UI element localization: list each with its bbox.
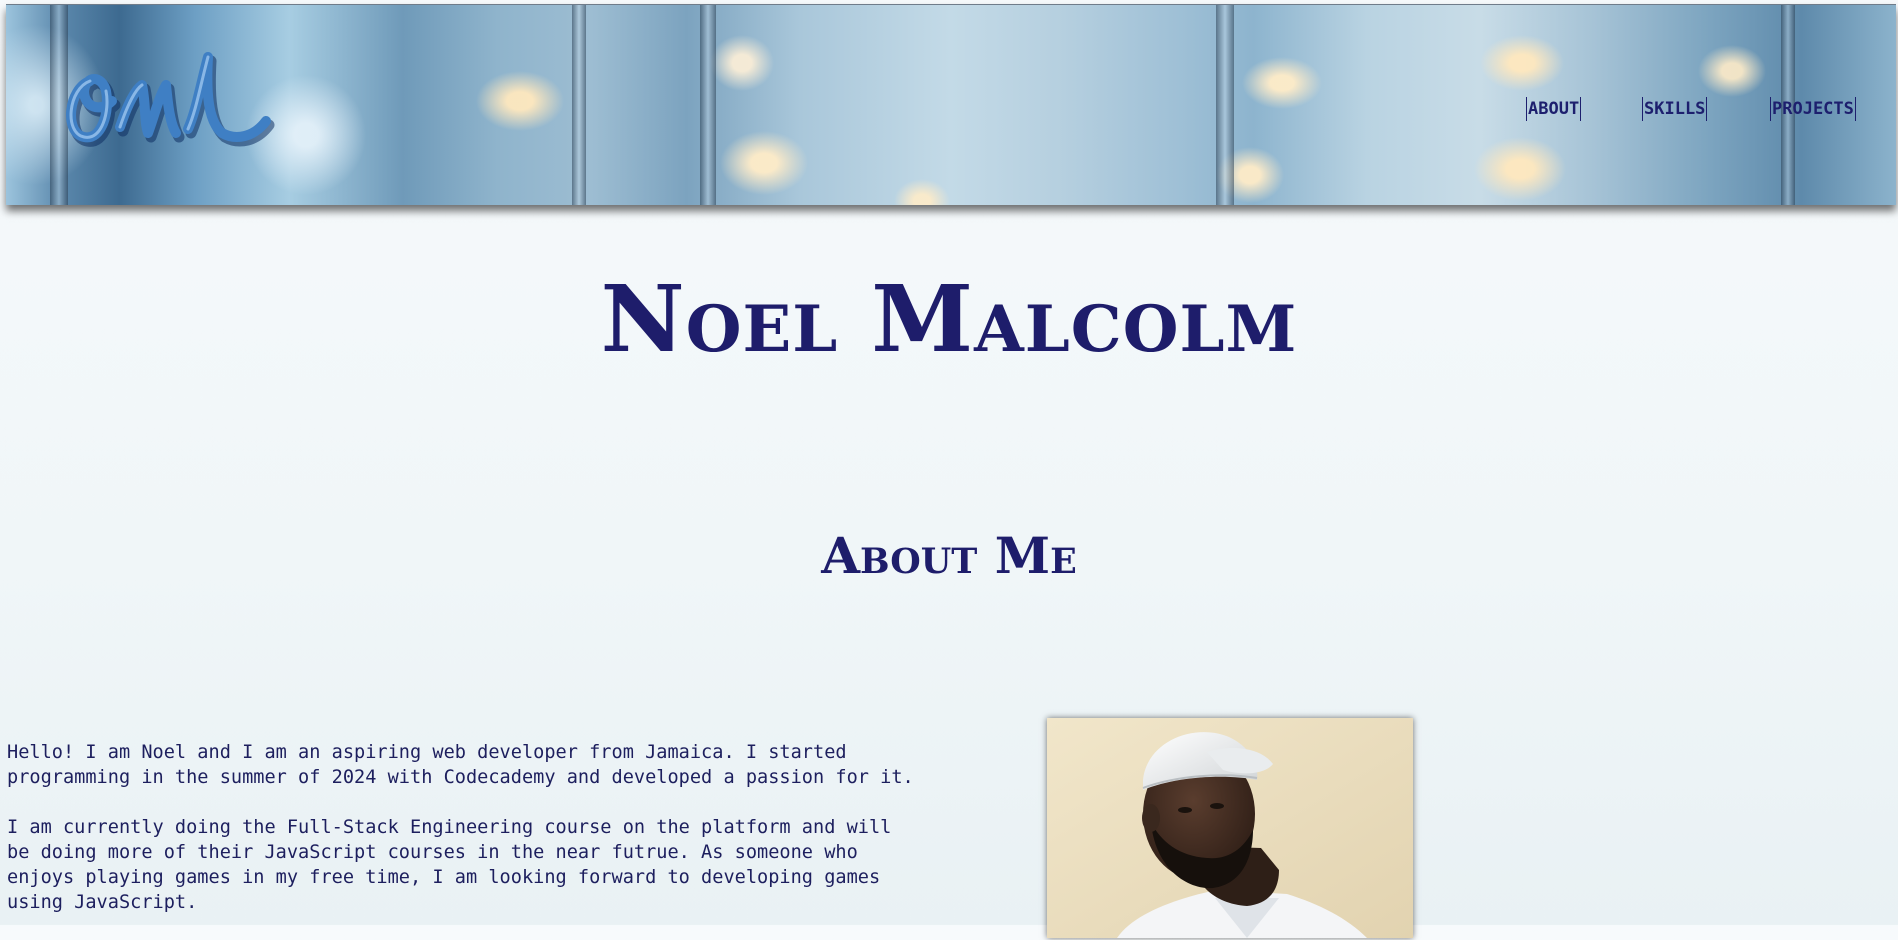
portrait-image xyxy=(1047,718,1413,938)
nav-link-about[interactable]: ABOUT xyxy=(1526,97,1582,121)
header-banner: ABOUT SKILLS PROJECTS xyxy=(6,4,1896,205)
nav-link-skills[interactable]: SKILLS xyxy=(1642,97,1708,121)
banner-pillar xyxy=(1216,5,1234,205)
banner-pillar xyxy=(700,5,716,205)
about-text: Hello! I am Noel and I am an aspiring we… xyxy=(7,740,967,940)
page-title: Noel Malcolm xyxy=(600,265,1298,373)
about-paragraph: Hello! I am Noel and I am an aspiring we… xyxy=(7,742,914,788)
signature-logo-icon[interactable] xyxy=(50,41,280,161)
about-heading: About Me xyxy=(821,526,1077,585)
nav-link-projects[interactable]: PROJECTS xyxy=(1770,97,1856,121)
banner-pillar xyxy=(572,5,586,205)
about-paragraph: I am currently doing the Full-Stack Engi… xyxy=(7,817,892,913)
profile-photo xyxy=(1047,718,1413,938)
